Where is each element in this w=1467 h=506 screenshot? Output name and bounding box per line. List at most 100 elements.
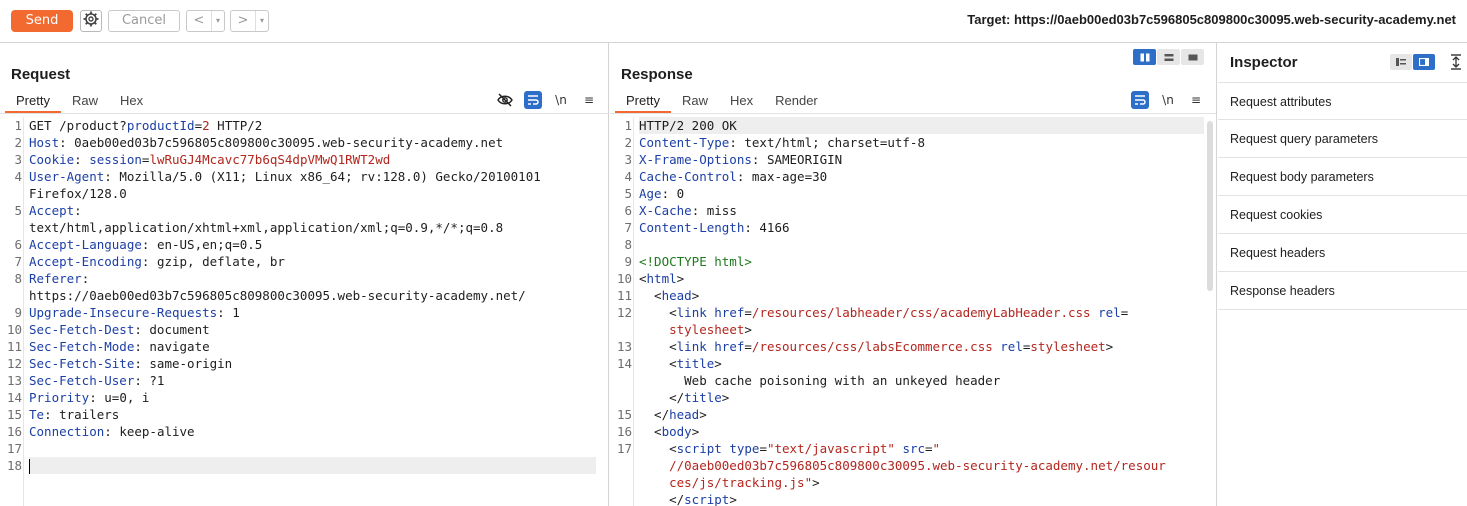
code-line[interactable]: 5 Age: 0 — [624, 185, 1204, 202]
request-code[interactable]: 1 GET /product?productId=2 HTTP/2 2 Host: 0… — [7, 117, 596, 474]
code-line[interactable]: 2 Host: 0aeb00ed03b7c596805c809800c30095.… — [14, 134, 596, 151]
target-url[interactable]: Target: https://0aeb00ed03b7c596805c8098… — [967, 12, 1456, 27]
request-tab-pretty[interactable]: Pretty — [5, 92, 61, 113]
request-tab-raw[interactable]: Raw — [61, 92, 109, 113]
line-number: 2 — [624, 135, 632, 150]
code-token: = — [744, 339, 752, 354]
request-tab-hex[interactable]: Hex — [109, 92, 154, 113]
code-line[interactable]: 18 — [7, 457, 596, 474]
code-line[interactable]: 3 X-Frame-Options: SAMEORIGIN — [624, 151, 1204, 168]
wrap-lines-icon[interactable] — [524, 91, 542, 109]
inspector-request-headers[interactable]: Request headers — [1218, 234, 1467, 272]
response-code[interactable]: 1 HTTP/2 200 OK 2 Content-Type: text/html; … — [617, 117, 1204, 506]
code-line[interactable]: 17 — [7, 440, 596, 457]
response-tab-render[interactable]: Render — [764, 92, 829, 113]
code-line[interactable]: 8 Referer: — [14, 270, 596, 287]
settings-button[interactable] — [80, 10, 102, 32]
back-history-dropdown[interactable]: ▾ — [211, 11, 224, 31]
request-editor[interactable]: 1 GET /product?productId=2 HTTP/2 2 Host: 0… — [0, 117, 608, 506]
code-line[interactable]: 1 HTTP/2 200 OK — [624, 117, 1204, 134]
code-line[interactable]: stylesheet> — [639, 321, 1204, 338]
layout-tabs-button[interactable] — [1181, 49, 1204, 65]
code-line[interactable]: 10 <html> — [617, 270, 1204, 287]
code-line[interactable]: text/html,application/xhtml+xml,applicat… — [29, 219, 596, 236]
menu-icon[interactable]: ≡ — [580, 91, 598, 109]
inspector-response-headers[interactable]: Response headers — [1218, 272, 1467, 310]
code-line[interactable]: 12 <link href=/resources/labheader/css/a… — [617, 304, 1204, 321]
code-line[interactable]: 13 Sec-Fetch-User: ?1 — [7, 372, 596, 389]
code-line-text: <link href=/resources/css/labsEcommerce.… — [639, 338, 1113, 355]
forward-history-dropdown[interactable]: ▾ — [255, 11, 268, 31]
code-line[interactable]: 12 Sec-Fetch-Site: same-origin — [7, 355, 596, 372]
inspector-collapse-icon[interactable] — [1449, 53, 1463, 71]
eye-off-icon[interactable] — [496, 91, 514, 109]
code-line[interactable]: </script> — [639, 491, 1204, 506]
inspector-list-view-icon[interactable] — [1390, 54, 1412, 70]
code-line[interactable]: 9 Upgrade-Insecure-Requests: 1 — [14, 304, 596, 321]
send-button[interactable]: Send — [11, 10, 73, 32]
layout-stacked-button[interactable] — [1157, 49, 1180, 65]
code-line[interactable]: 9 <!DOCTYPE html> — [624, 253, 1204, 270]
back-button[interactable]: < — [187, 11, 211, 31]
inspector-panel-view-icon[interactable] — [1413, 54, 1435, 70]
code-line[interactable]: 11 <head> — [617, 287, 1204, 304]
forward-button[interactable]: > — [231, 11, 255, 31]
code-line[interactable]: 7 Content-Length: 4166 — [624, 219, 1204, 236]
response-tab-pretty[interactable]: Pretty — [615, 92, 671, 113]
code-line[interactable]: Web cache poisoning with an unkeyed head… — [639, 372, 1204, 389]
inspector-request-query-parameters[interactable]: Request query parameters — [1218, 120, 1467, 158]
code-line[interactable]: 5 Accept: — [14, 202, 596, 219]
code-line[interactable]: 16 <body> — [617, 423, 1204, 440]
code-token: > — [714, 356, 722, 371]
code-line[interactable]: 8 — [624, 236, 1204, 253]
inspector-sections: Request attributes Request query paramet… — [1218, 82, 1467, 310]
code-line[interactable]: 3 Cookie: session=lwRuGJ4Mcavc77b6qS4dpVM… — [14, 151, 596, 168]
code-line[interactable]: 14 <title> — [617, 355, 1204, 372]
line-number: 15 — [616, 407, 632, 422]
code-line[interactable]: 4 Cache-Control: max-age=30 — [624, 168, 1204, 185]
code-line[interactable]: ces/js/tracking.js"> — [639, 474, 1204, 491]
code-line[interactable]: 14 Priority: u=0, i — [7, 389, 596, 406]
response-tab-raw[interactable]: Raw — [671, 92, 719, 113]
code-line[interactable]: 7 Accept-Encoding: gzip, deflate, br — [14, 253, 596, 270]
code-line[interactable]: 6 Accept-Language: en-US,en;q=0.5 — [14, 236, 596, 253]
wrap-lines-icon[interactable] — [1131, 91, 1149, 109]
response-scrollbar[interactable] — [1207, 121, 1213, 291]
code-line[interactable]: 10 Sec-Fetch-Dest: document — [7, 321, 596, 338]
code-line[interactable]: 16 Connection: keep-alive — [7, 423, 596, 440]
cancel-button[interactable]: Cancel — [108, 10, 180, 32]
code-line[interactable]: //0aeb00ed03b7c596805c809800c30095.web-s… — [639, 457, 1204, 474]
code-token: https://0aeb00ed03b7c596805c809800c30095… — [29, 288, 526, 303]
code-token: < — [639, 305, 677, 320]
newline-icon[interactable]: \n — [552, 91, 570, 109]
code-line-text: </title> — [639, 389, 729, 406]
code-line-text: Cookie: session=lwRuGJ4Mcavc77b6qS4dpVMw… — [29, 151, 390, 168]
inspector-request-cookies[interactable]: Request cookies — [1218, 196, 1467, 234]
inspector-title: Inspector — [1230, 54, 1298, 71]
response-tab-hex[interactable]: Hex — [719, 92, 764, 113]
menu-icon[interactable]: ≡ — [1187, 91, 1205, 109]
code-line[interactable]: 6 X-Cache: miss — [624, 202, 1204, 219]
code-line[interactable]: 1 GET /product?productId=2 HTTP/2 — [14, 117, 596, 134]
code-line[interactable]: 15 </head> — [617, 406, 1204, 423]
code-line[interactable]: 13 <link href=/resources/css/labsEcommer… — [617, 338, 1204, 355]
layout-side-by-side-button[interactable] — [1133, 49, 1156, 65]
code-line[interactable]: Firefox/128.0 — [29, 185, 596, 202]
code-line[interactable]: 2 Content-Type: text/html; charset=utf-8 — [624, 134, 1204, 151]
code-line[interactable]: 17 <script type="text/javascript" src=" — [617, 440, 1204, 457]
line-number: 10 — [616, 271, 632, 286]
code-line[interactable]: </title> — [639, 389, 1204, 406]
code-token: Age — [639, 186, 662, 201]
code-line[interactable]: 4 User-Agent: Mozilla/5.0 (X11; Linux x86… — [14, 168, 596, 185]
response-editor[interactable]: 1 HTTP/2 200 OK 2 Content-Type: text/html; … — [610, 117, 1216, 506]
code-line[interactable]: https://0aeb00ed03b7c596805c809800c30095… — [29, 287, 596, 304]
inspector-request-attributes[interactable]: Request attributes — [1218, 82, 1467, 120]
code-token: href — [714, 339, 745, 354]
inspector-request-body-parameters[interactable]: Request body parameters — [1218, 158, 1467, 196]
newline-icon[interactable]: \n — [1159, 91, 1177, 109]
line-number: 14 — [616, 356, 632, 371]
code-line[interactable]: 15 Te: trailers — [7, 406, 596, 423]
code-token: : miss — [691, 203, 737, 218]
code-line[interactable]: 11 Sec-Fetch-Mode: navigate — [7, 338, 596, 355]
